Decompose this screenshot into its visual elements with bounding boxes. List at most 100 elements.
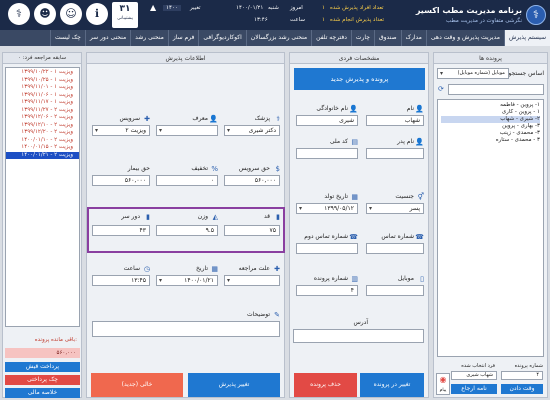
- doctor-select[interactable]: دکتر شیری: [224, 125, 280, 136]
- patient-fee-field[interactable]: ۵۶۰,۰۰۰: [92, 175, 150, 186]
- tree-item[interactable]: ۳- محمدی - زینب: [441, 130, 540, 137]
- service-select[interactable]: ویزیت ۲: [92, 125, 150, 136]
- date-field[interactable]: ۱۴۰۰/۰۱/۲۱: [156, 275, 218, 286]
- search-input[interactable]: [448, 84, 544, 95]
- refresh-icon[interactable]: ⟳: [438, 85, 444, 93]
- family-field[interactable]: شیری: [296, 115, 358, 126]
- height-field[interactable]: ۷۵: [224, 225, 280, 236]
- name-field[interactable]: شهاب: [366, 115, 424, 126]
- menu-item-form-builder[interactable]: فرم ساز: [167, 30, 199, 46]
- menu-item-adult-growth[interactable]: منحنی رشد بزرگسالان: [245, 30, 311, 46]
- percent-icon: %: [211, 165, 218, 173]
- scale-icon: ◭: [212, 213, 218, 221]
- history-row[interactable]: ۱۴۰۰/۰۱/۲۱ - ویزیت ۲: [6, 151, 79, 159]
- notes-icon: ✎: [274, 311, 280, 319]
- address-field[interactable]: [293, 329, 424, 343]
- doctor-icon: ⚕: [276, 115, 280, 123]
- tree-item[interactable]: ۳- بهاری - پروین: [441, 123, 540, 130]
- menu-item-phonebook[interactable]: دفترچه تلفن: [311, 30, 351, 46]
- menu-item-reception-management[interactable]: مدیریت پذیرش و وقت دهی: [425, 30, 504, 46]
- person-icon: 👤: [209, 115, 218, 123]
- arrow-up-icon[interactable]: ▲: [150, 3, 156, 12]
- menu-item-cashbox[interactable]: صندوق: [373, 30, 401, 46]
- history-row[interactable]: ۱۳۹۹/۱۰/۲۵ - ویزیت ۱: [6, 77, 79, 85]
- service-fee-field[interactable]: ۵۶۰,۰۰۰: [224, 175, 280, 186]
- empty-new-button[interactable]: خالی (جدید): [91, 373, 183, 397]
- mobile-field[interactable]: [366, 285, 424, 296]
- referral-letter-button[interactable]: نامه ارجاع: [451, 384, 497, 394]
- reason-select[interactable]: [224, 275, 280, 286]
- gender-select[interactable]: پسر: [366, 203, 424, 214]
- tree-item[interactable]: ۳ - محمدی - ستاره: [441, 137, 540, 144]
- head-field[interactable]: ۴۳: [92, 225, 150, 236]
- calendar-icon: ▦: [351, 193, 358, 201]
- menu-item-reception[interactable]: سیستم پذیرش: [503, 30, 550, 46]
- history-row[interactable]: ۱۳۹۹/۱۱/۱۷ - ویزیت ۱: [6, 99, 79, 107]
- date-label: تاریخ: [196, 265, 208, 272]
- menu-item-echocardiography[interactable]: اکوکاردیوگرافی: [198, 30, 245, 46]
- phone2-label: شماره تماس دوم: [304, 233, 348, 240]
- appointment-button[interactable]: وقت دادن: [501, 384, 543, 394]
- today-date: ۱۴۰۰/۰۱/۲۱: [236, 5, 264, 11]
- national-id-field[interactable]: [296, 148, 358, 159]
- menu-item-checklist[interactable]: چک لیست: [49, 30, 85, 46]
- history-row[interactable]: ۱۴۰۰/۰۱/۱۵ - ویزیت ۲: [6, 144, 79, 152]
- weight-field[interactable]: ۹.۵: [156, 225, 218, 236]
- phone2-field[interactable]: [296, 243, 358, 254]
- pay-receipt-button[interactable]: پرداخت قیش: [5, 362, 80, 372]
- menu-item-head-curve[interactable]: منحنی دور سر: [84, 30, 130, 46]
- birth-date-field[interactable]: ۱۳۹۹/۰۵/۱۲: [296, 203, 358, 214]
- menu-item-chart[interactable]: چارت: [350, 30, 374, 46]
- history-row[interactable]: ۱۳۹۹/۱۱/۲۷ - ویزیت ۲: [6, 107, 79, 115]
- app-logo: ⚕: [526, 5, 546, 25]
- main-menu: سیستم پذیرش مدیریت پذیرش و وقت دهی مدارک…: [0, 30, 550, 46]
- menu-item-growth-curve[interactable]: منحنی رشد: [130, 30, 168, 46]
- time-field[interactable]: ۱۳:۴۵: [92, 275, 150, 286]
- tree-item[interactable]: ۲- شیری - شهاب: [441, 116, 540, 123]
- search-basis-select[interactable]: موبایل (شماره موبایل): [437, 68, 509, 79]
- edit-record-button[interactable]: تغییر در پرونده: [360, 373, 424, 397]
- change-label[interactable]: تغییر: [190, 5, 201, 11]
- discount-field[interactable]: ۰: [156, 175, 218, 186]
- reason-label: علت مراجعه: [238, 265, 270, 272]
- group-icon[interactable]: ☻: [34, 3, 56, 25]
- new-record-button[interactable]: پرونده و پذیرش جدید: [294, 68, 425, 90]
- doctor-icon[interactable]: ⚕: [8, 3, 30, 25]
- phone-field[interactable]: [366, 243, 424, 254]
- delete-record-button[interactable]: حذف پرونده: [294, 373, 357, 397]
- selected-person-label: فرد انتخاب شده: [461, 363, 495, 369]
- menu-item-documents[interactable]: مدارک: [400, 30, 426, 46]
- calendar-day: ۳۱: [119, 4, 131, 14]
- tree-item[interactable]: ۱- پروین - فاطمه: [441, 102, 540, 109]
- history-row[interactable]: ۱۴۰۰/۰۱/۱۰ - ویزیت ۲: [6, 137, 79, 145]
- referrer-select[interactable]: [156, 125, 218, 136]
- record-no-field[interactable]: ۴: [296, 285, 358, 296]
- history-row[interactable]: ۱۳۹۹/۱۱/۰۱ - ویزیت ۱: [6, 84, 79, 92]
- history-list: ۱۳۹۹/۱۰/۲۲ - ویزیت ۱ ۱۳۹۹/۱۰/۲۵ - ویزیت …: [5, 67, 80, 327]
- history-row[interactable]: ۱۳۹۹/۱۱/۰۶ - ویزیت ۱: [6, 92, 79, 100]
- ruler-icon: ▮: [276, 213, 280, 221]
- folder-icon: ▥: [351, 275, 358, 283]
- payment-check-button[interactable]: چک پرداختی: [5, 375, 80, 385]
- selected-person-field[interactable]: شهاب شیری: [451, 371, 497, 380]
- reception-info-panel: اطلاعات پذیرش ⚕ پزشک دکتر شیری 👤 معرف ✚ …: [86, 52, 285, 398]
- change-reception-button[interactable]: تغییر پذیرش: [188, 373, 280, 397]
- history-row[interactable]: ۱۳۹۹/۱۲/۱۰ - ویزیت ۲: [6, 122, 79, 130]
- history-row[interactable]: ۱۳۹۹/۱۲/۰۶ - ویزیت ۲: [6, 114, 79, 122]
- info-icon[interactable]: ℹ: [86, 3, 108, 25]
- history-title: سابقه مراجعه فرد: ۰: [3, 53, 81, 64]
- referrer-label: معرف: [192, 115, 208, 122]
- record-no-field[interactable]: ۴: [501, 371, 543, 380]
- mobile-icon: ▯: [420, 275, 424, 283]
- history-panel: سابقه مراجعه فرد: ۰ ۱۳۹۹/۱۰/۲۲ - ویزیت ۱…: [2, 52, 82, 398]
- history-row[interactable]: ۱۳۹۹/۱۰/۲۲ - ویزیت ۱: [6, 69, 79, 77]
- user-icon[interactable]: ☺: [60, 3, 82, 25]
- notes-field[interactable]: [92, 321, 280, 337]
- calendar-widget[interactable]: ۳۱ پشتیبانی: [112, 2, 138, 28]
- stat2-label: تعداد پذیرش انجام شده: [330, 17, 385, 23]
- father-field[interactable]: [366, 148, 424, 159]
- tree-item[interactable]: ۱ - پروین - کاری: [441, 109, 540, 116]
- message-button[interactable]: ◉ پیام: [436, 373, 450, 395]
- history-row[interactable]: ۱۳۹۹/۱۲/۲۰ - ویزیت ۲: [6, 129, 79, 137]
- financial-summary-button[interactable]: خلاصه مالی: [5, 388, 80, 398]
